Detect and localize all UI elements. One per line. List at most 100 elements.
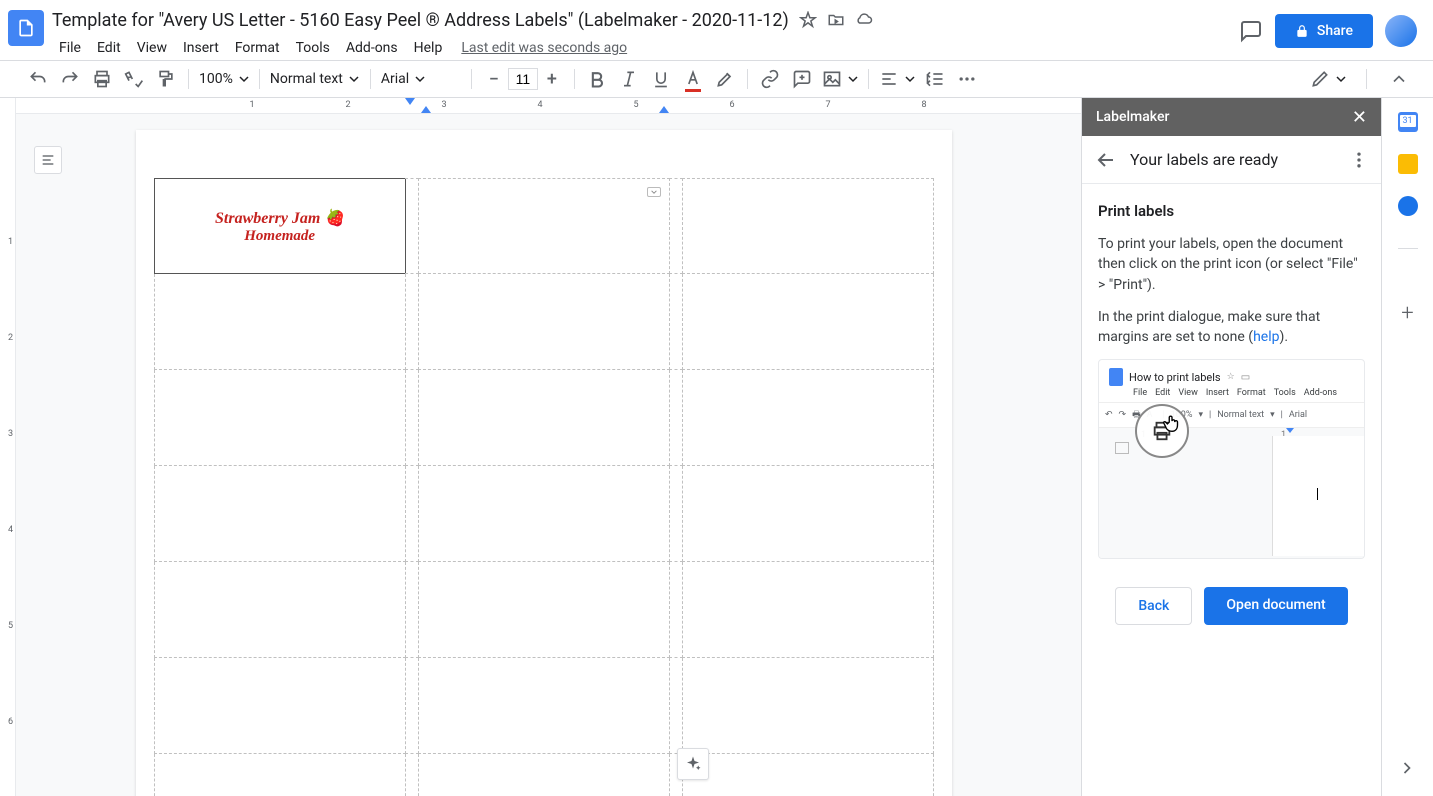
label-cell[interactable] xyxy=(418,370,670,466)
highlight-icon[interactable] xyxy=(715,69,735,89)
font-size-increase[interactable]: + xyxy=(540,67,564,91)
document-canvas: 1 2 3 4 5 6 7 8 Strawberry Jam 🍓 xyxy=(16,98,1081,796)
comments-icon[interactable] xyxy=(1239,19,1263,43)
label-cell[interactable] xyxy=(682,370,934,466)
chevron-down-icon xyxy=(905,74,915,84)
right-indent-marker[interactable] xyxy=(659,106,669,113)
indent-marker-bottom[interactable] xyxy=(421,106,431,113)
menu-tools[interactable]: Tools xyxy=(289,36,337,60)
label-cell-1-3[interactable] xyxy=(682,178,934,274)
avatar[interactable] xyxy=(1385,15,1417,47)
keep-icon[interactable] xyxy=(1398,154,1418,174)
chevron-down-icon xyxy=(1336,74,1346,84)
redo-icon[interactable] xyxy=(60,69,80,89)
move-folder-icon[interactable] xyxy=(827,11,845,29)
calendar-icon[interactable] xyxy=(1398,112,1418,132)
label-cell[interactable] xyxy=(418,562,670,658)
menu-insert[interactable]: Insert xyxy=(176,36,226,60)
font-size-control: − + xyxy=(482,67,564,91)
collapse-rail-icon[interactable] xyxy=(1397,758,1417,778)
label-cell[interactable] xyxy=(682,466,934,562)
label-cell[interactable] xyxy=(418,754,670,796)
addon-sidebar: Labelmaker ✕ Your labels are ready Print… xyxy=(1081,98,1381,796)
document-page[interactable]: Strawberry Jam 🍓 Homemade xyxy=(136,130,952,796)
label-cell[interactable] xyxy=(154,466,406,562)
undo-icon[interactable] xyxy=(28,69,48,89)
font-size-decrease[interactable]: − xyxy=(482,67,506,91)
ruler-tick: 6 xyxy=(8,717,13,727)
text-color-icon[interactable] xyxy=(683,69,703,89)
more-tools-icon[interactable] xyxy=(957,69,977,89)
editing-mode-icon[interactable] xyxy=(1310,69,1346,89)
cloud-status-icon[interactable] xyxy=(855,11,873,29)
vertical-ruler[interactable]: 1 2 3 4 5 6 xyxy=(0,98,16,796)
font-size-input[interactable] xyxy=(508,68,538,90)
label-cell[interactable] xyxy=(154,562,406,658)
bold-icon[interactable] xyxy=(587,69,607,89)
menu-addons[interactable]: Add-ons xyxy=(339,36,405,60)
label-cell[interactable] xyxy=(418,274,670,370)
collapse-toolbar-icon[interactable] xyxy=(1389,69,1409,89)
help-link[interactable]: help xyxy=(1253,329,1279,345)
add-addon-icon[interactable]: + xyxy=(1401,301,1413,326)
ruler-tick: 5 xyxy=(8,621,13,631)
paragraph-style-select[interactable]: Normal text xyxy=(270,71,360,87)
document-outline-button[interactable] xyxy=(34,146,62,174)
sidebar-subheader: Your labels are ready xyxy=(1082,136,1381,184)
ruler-tick: 4 xyxy=(8,525,13,535)
sidebar-paragraph-1: To print your labels, open the document … xyxy=(1098,234,1365,295)
more-vert-icon[interactable] xyxy=(1349,150,1369,170)
label-cell[interactable] xyxy=(418,466,670,562)
label-cell[interactable] xyxy=(682,274,934,370)
line-spacing-icon[interactable] xyxy=(925,69,945,89)
close-icon[interactable]: ✕ xyxy=(1352,107,1367,128)
menu-format[interactable]: Format xyxy=(228,36,287,60)
label-cell[interactable] xyxy=(154,274,406,370)
last-edit-text[interactable]: Last edit was seconds ago xyxy=(461,40,627,56)
menu-help[interactable]: Help xyxy=(407,36,450,60)
back-arrow-icon[interactable] xyxy=(1094,148,1118,172)
back-button[interactable]: Back xyxy=(1115,587,1192,625)
label-cell-1-1[interactable]: Strawberry Jam 🍓 Homemade xyxy=(154,178,406,274)
label-cell[interactable] xyxy=(682,754,934,796)
label-cell[interactable] xyxy=(682,658,934,754)
menu-bar: File Edit View Insert Format Tools Add-o… xyxy=(52,34,1239,62)
ruler-tick: 3 xyxy=(8,429,13,439)
print-icon[interactable] xyxy=(92,69,112,89)
cell-dropdown-icon[interactable] xyxy=(647,187,661,197)
horizontal-ruler[interactable]: 1 2 3 4 5 6 7 8 xyxy=(16,98,1081,114)
explore-button[interactable] xyxy=(677,748,709,780)
label-cell[interactable] xyxy=(154,754,406,796)
label-cell-1-2[interactable] xyxy=(418,178,670,274)
docs-logo[interactable] xyxy=(8,10,44,46)
label-cell[interactable] xyxy=(154,658,406,754)
open-document-button[interactable]: Open document xyxy=(1204,587,1347,625)
menu-file[interactable]: File xyxy=(52,36,88,60)
menu-view[interactable]: View xyxy=(130,36,174,60)
table-row xyxy=(154,466,934,562)
sidebar-actions: Back Open document xyxy=(1098,587,1365,625)
insert-link-icon[interactable] xyxy=(760,69,780,89)
tasks-icon[interactable] xyxy=(1398,196,1418,216)
zoom-select[interactable]: 100% xyxy=(199,71,249,87)
insert-comment-icon[interactable] xyxy=(792,69,812,89)
table-row xyxy=(154,658,934,754)
insert-image-icon[interactable] xyxy=(822,69,858,89)
italic-icon[interactable] xyxy=(619,69,639,89)
underline-icon[interactable] xyxy=(651,69,671,89)
label-cell[interactable] xyxy=(418,658,670,754)
menu-edit[interactable]: Edit xyxy=(90,36,128,60)
document-title[interactable]: Template for "Avery US Letter - 5160 Eas… xyxy=(52,10,789,31)
sidebar-header: Labelmaker ✕ xyxy=(1082,98,1381,136)
chevron-down-icon xyxy=(848,74,858,84)
label-cell[interactable] xyxy=(682,562,934,658)
spellcheck-icon[interactable] xyxy=(124,69,144,89)
align-icon[interactable] xyxy=(879,69,915,89)
indent-marker-top[interactable] xyxy=(405,98,415,105)
label-cell[interactable] xyxy=(154,370,406,466)
paint-format-icon[interactable] xyxy=(156,69,176,89)
zoom-value: 100% xyxy=(199,71,233,87)
font-select[interactable]: Arial xyxy=(381,71,461,87)
share-button[interactable]: Share xyxy=(1275,14,1373,48)
star-icon[interactable] xyxy=(799,11,817,29)
